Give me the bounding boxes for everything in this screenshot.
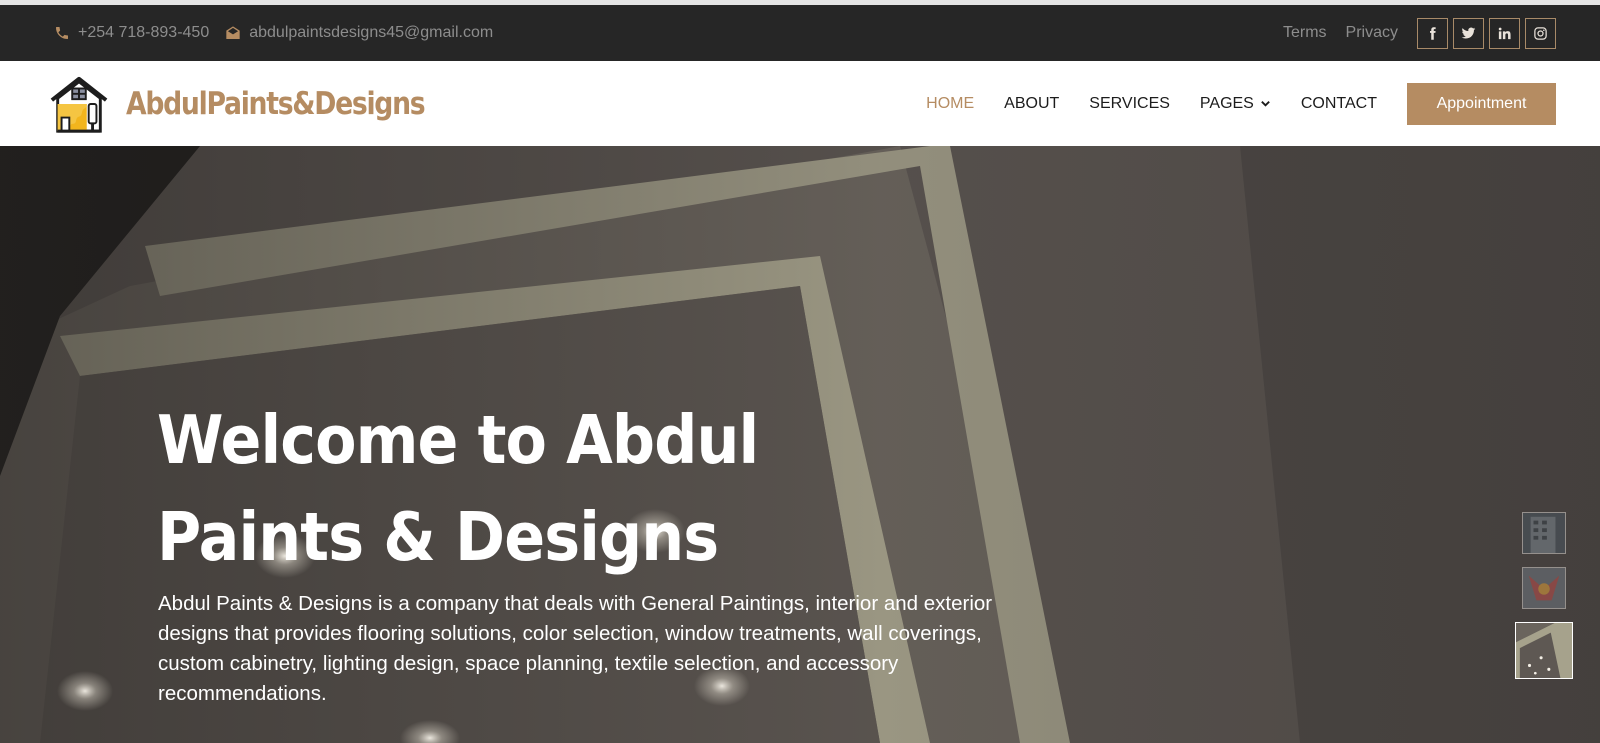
building-thumbnail-image <box>1523 513 1565 553</box>
contact-info: +254 718-893-450 abdulpaintsdesigns45@gm… <box>54 24 493 42</box>
facebook-icon <box>1430 26 1436 40</box>
nav-home[interactable]: HOME <box>926 95 974 113</box>
instagram-button[interactable] <box>1525 17 1556 49</box>
nav-contact[interactable]: CONTACT <box>1301 95 1377 113</box>
hero-description: Abdul Paints & Designs is a company that… <box>158 592 993 705</box>
instagram-icon <box>1534 26 1547 40</box>
main-menu: HOME ABOUT SERVICES PAGES CONTACT Appoin… <box>926 82 1556 125</box>
email-address: abdulpaintsdesigns45@gmail.com <box>249 24 494 41</box>
slide-thumbnail-3-active[interactable] <box>1515 622 1573 679</box>
social-links <box>1417 17 1556 49</box>
phone-number: +254 718-893-450 <box>78 24 210 41</box>
nav-services[interactable]: SERVICES <box>1089 95 1170 113</box>
privacy-link[interactable]: Privacy <box>1346 24 1398 42</box>
nav-pages-dropdown[interactable]: PAGES <box>1200 95 1271 113</box>
main-navbar: AbdulPaints&Designs HOME ABOUT SERVICES … <box>0 61 1600 146</box>
phone-icon <box>56 27 68 39</box>
appointment-button[interactable]: Appointment <box>1407 82 1556 125</box>
linkedin-icon <box>1498 27 1511 39</box>
slide-thumbnail-1[interactable] <box>1522 512 1566 554</box>
chevron-down-icon <box>1261 101 1270 107</box>
email-contact[interactable]: abdulpaintsdesigns45@gmail.com <box>225 24 493 42</box>
nav-pages-label: PAGES <box>1199 94 1254 112</box>
ceiling-thumbnail-image <box>1516 623 1572 678</box>
linkedin-button[interactable] <box>1489 17 1520 49</box>
hero-title: Welcome to Abdul Paints & Designs <box>157 401 759 576</box>
brand-logo-link[interactable]: AbdulPaints&Designs <box>48 73 473 135</box>
slide-thumbnail-2[interactable] <box>1522 567 1566 609</box>
top-bar: +254 718-893-450 abdulpaintsdesigns45@gm… <box>0 5 1600 61</box>
twitter-icon <box>1461 27 1476 39</box>
brand-name: AbdulPaints&Designs <box>126 85 426 122</box>
twitter-button[interactable] <box>1453 17 1484 49</box>
top-right-links: Terms Privacy <box>1283 17 1556 49</box>
terms-link[interactable]: Terms <box>1283 24 1327 42</box>
phone-contact[interactable]: +254 718-893-450 <box>54 24 209 42</box>
nav-about[interactable]: ABOUT <box>1004 95 1059 113</box>
facebook-button[interactable] <box>1417 17 1448 49</box>
hero-slider: Welcome to Abdul Paints & Designs Abdul … <box>0 146 1600 743</box>
mural-thumbnail-image <box>1523 568 1565 608</box>
envelope-open-icon <box>226 26 240 39</box>
paint-house-logo-icon <box>50 76 108 133</box>
